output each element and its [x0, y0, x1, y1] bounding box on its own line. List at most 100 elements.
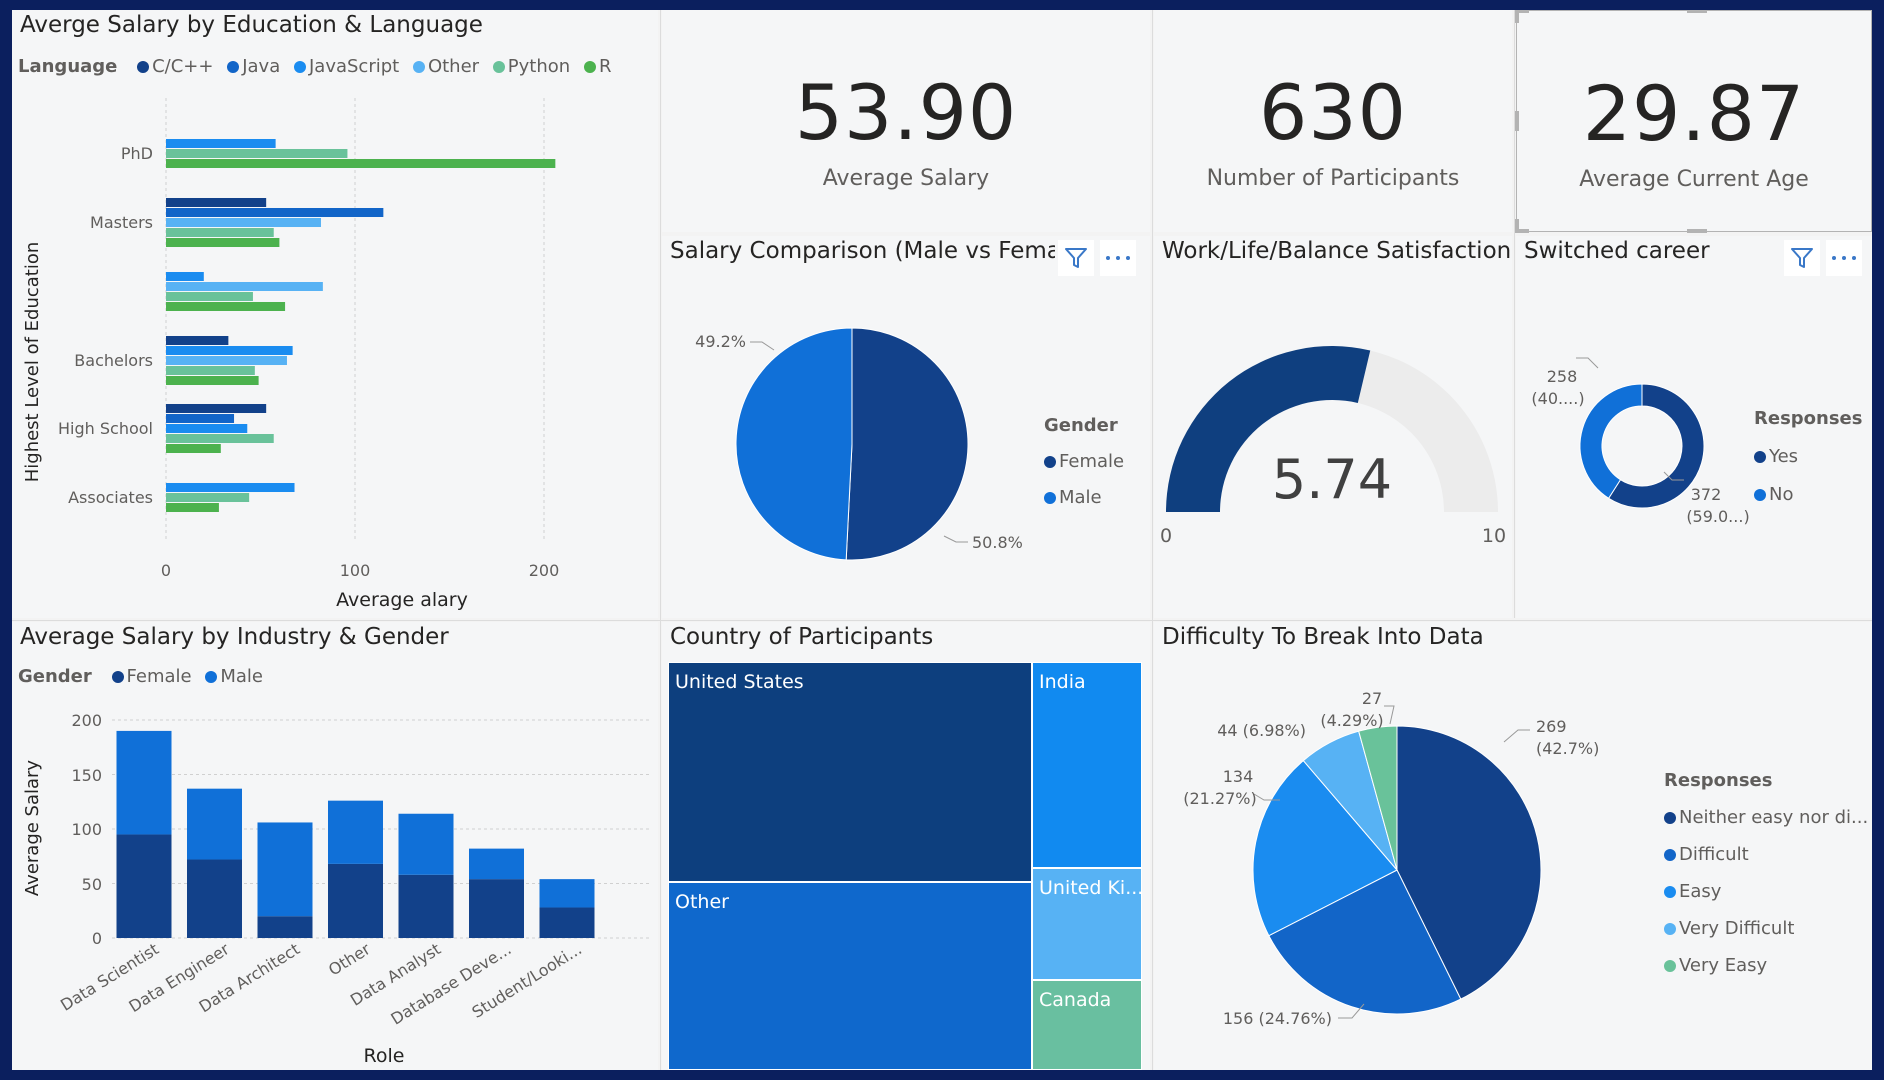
donut-slice-no[interactable]: [1579, 383, 1643, 499]
resize-handle[interactable]: [1687, 10, 1707, 13]
bar-python[interactable]: [166, 366, 255, 375]
bar-cc[interactable]: [166, 198, 267, 207]
bar-segment-male[interactable]: [187, 788, 242, 860]
bar-segment-female[interactable]: [187, 859, 242, 938]
country-treemap[interactable]: Country of Participants United States Ot…: [662, 622, 1150, 1070]
category-label: High School: [58, 419, 153, 438]
bar-cc[interactable]: [166, 404, 267, 413]
bar-segment-male[interactable]: [328, 800, 383, 864]
bar-segment-female[interactable]: [539, 907, 595, 938]
education-bar-plot: Highest Level of Education Average alary…: [22, 98, 559, 611]
bar-python[interactable]: [166, 493, 250, 502]
kpi-card-participants[interactable]: 630 Number of Participants: [1154, 10, 1512, 232]
treemap-cell-other[interactable]: Other: [668, 882, 1032, 1070]
bar-other[interactable]: [166, 218, 321, 227]
data-label: 44 (6.98%): [1217, 721, 1306, 740]
bar-segment-male[interactable]: [116, 730, 172, 835]
treemap-cell-india[interactable]: India: [1032, 662, 1142, 868]
data-label: (42.7%): [1536, 739, 1599, 758]
bar-r[interactable]: [166, 159, 556, 168]
bar-other[interactable]: [166, 356, 287, 365]
legend-label: Male: [1059, 487, 1102, 508]
bar-javascript[interactable]: [166, 424, 248, 433]
bar-javascript[interactable]: [166, 346, 293, 355]
gauge-min: 0: [1160, 525, 1172, 547]
legend-item[interactable]: Yes: [1754, 438, 1862, 476]
resize-handle[interactable]: [1515, 10, 1519, 23]
bar-segment-female[interactable]: [469, 879, 524, 938]
category-label: PhD: [121, 144, 153, 163]
legend-item[interactable]: No: [1754, 476, 1862, 514]
y-axis-title: Highest Level of Education: [22, 242, 43, 483]
bar-segment-male[interactable]: [469, 848, 524, 880]
leader-line: [1576, 357, 1599, 369]
legend-label: Neither easy nor di...: [1679, 807, 1869, 828]
bar-other[interactable]: [166, 282, 323, 291]
legend-item[interactable]: Neither easy nor di...: [1664, 799, 1868, 836]
legend-item[interactable]: Very Easy: [1664, 947, 1868, 984]
data-label: 156 (24.76%): [1223, 1009, 1332, 1028]
bar-segment-female[interactable]: [328, 863, 383, 938]
pie-slice-female[interactable]: [845, 327, 969, 561]
kpi-card-average-salary[interactable]: 53.90 Average Salary: [662, 10, 1150, 232]
bar-segment-male[interactable]: [257, 822, 313, 917]
bar-r[interactable]: [166, 238, 280, 247]
legend-title: Responses: [1754, 408, 1863, 429]
legend-item[interactable]: Very Difficult: [1664, 910, 1868, 947]
treemap-cell-canada[interactable]: Canada: [1032, 980, 1142, 1070]
legend-label: Easy: [1679, 881, 1722, 902]
y-tick: 200: [71, 711, 102, 730]
industry-bar-plot: Data ScientistData EngineerData Architec…: [22, 711, 652, 1067]
bar-javascript[interactable]: [166, 272, 204, 281]
pie-slice-male[interactable]: [735, 327, 853, 561]
bar-r[interactable]: [166, 376, 259, 385]
bar-segment-female[interactable]: [398, 874, 454, 938]
data-label: (4.29%): [1320, 711, 1383, 730]
treemap-cell-united-kingdom[interactable]: United Ki...: [1032, 868, 1142, 980]
switched-career-chart[interactable]: Switched career 258 (40....) 372 (59.0..…: [1516, 236, 1872, 618]
bar-java[interactable]: [166, 208, 384, 217]
gauge-max: 10: [1482, 525, 1506, 547]
resize-handle[interactable]: [1515, 219, 1519, 233]
divider: [660, 10, 661, 1070]
resize-handle[interactable]: [1687, 229, 1707, 233]
bar-r[interactable]: [166, 302, 286, 311]
kpi-value: 630: [1258, 68, 1408, 157]
bar-python[interactable]: [166, 292, 253, 301]
bar-javascript[interactable]: [166, 483, 295, 492]
legend-dot: [1664, 886, 1676, 898]
difficulty-chart[interactable]: Difficulty To Break Into Data 269 (42.7%…: [1154, 622, 1872, 1070]
legend-item[interactable]: Difficult: [1664, 836, 1868, 873]
kpi-label: Average Current Age: [1579, 167, 1809, 192]
bar-segment-male[interactable]: [398, 813, 454, 875]
divider: [12, 620, 1872, 621]
bar-python[interactable]: [166, 149, 348, 158]
leader-line: [750, 341, 775, 351]
bar-segment-female[interactable]: [116, 834, 172, 938]
work-life-balance-gauge[interactable]: Work/Life/Balance Satisfaction 5.74 0 10: [1154, 236, 1512, 618]
legend-label: Yes: [1769, 446, 1799, 467]
bar-cc[interactable]: [166, 336, 229, 345]
bar-javascript[interactable]: [166, 139, 276, 148]
bar-r[interactable]: [166, 444, 221, 453]
bar-segment-female[interactable]: [257, 916, 313, 938]
bar-segment-male[interactable]: [539, 879, 595, 908]
legend-dot: [1754, 489, 1766, 501]
legend-item[interactable]: Easy: [1664, 873, 1868, 910]
bar-python[interactable]: [166, 434, 274, 443]
x-tick: Database Deve...: [387, 939, 514, 1028]
legend-item[interactable]: Female: [1044, 444, 1124, 480]
data-label: 27: [1362, 689, 1382, 708]
bar-java[interactable]: [166, 414, 235, 423]
resize-handle[interactable]: [1515, 111, 1519, 131]
education-language-chart[interactable]: Averge Salary by Education & Language La…: [12, 10, 658, 618]
industry-gender-chart[interactable]: Average Salary by Industry & Gender Gend…: [12, 622, 658, 1070]
bar-python[interactable]: [166, 228, 274, 237]
kpi-card-average-age[interactable]: 29.87 Average Current Age: [1515, 10, 1872, 233]
report-canvas: Averge Salary by Education & Language La…: [12, 10, 1872, 1070]
bar-r[interactable]: [166, 503, 219, 512]
legend-item[interactable]: Male: [1044, 480, 1124, 516]
legend-dot: [1664, 849, 1676, 861]
treemap-cell-united-states[interactable]: United States: [668, 662, 1032, 882]
salary-comparison-chart[interactable]: Salary Comparison (Male vs Female) 49.2%…: [662, 236, 1150, 618]
